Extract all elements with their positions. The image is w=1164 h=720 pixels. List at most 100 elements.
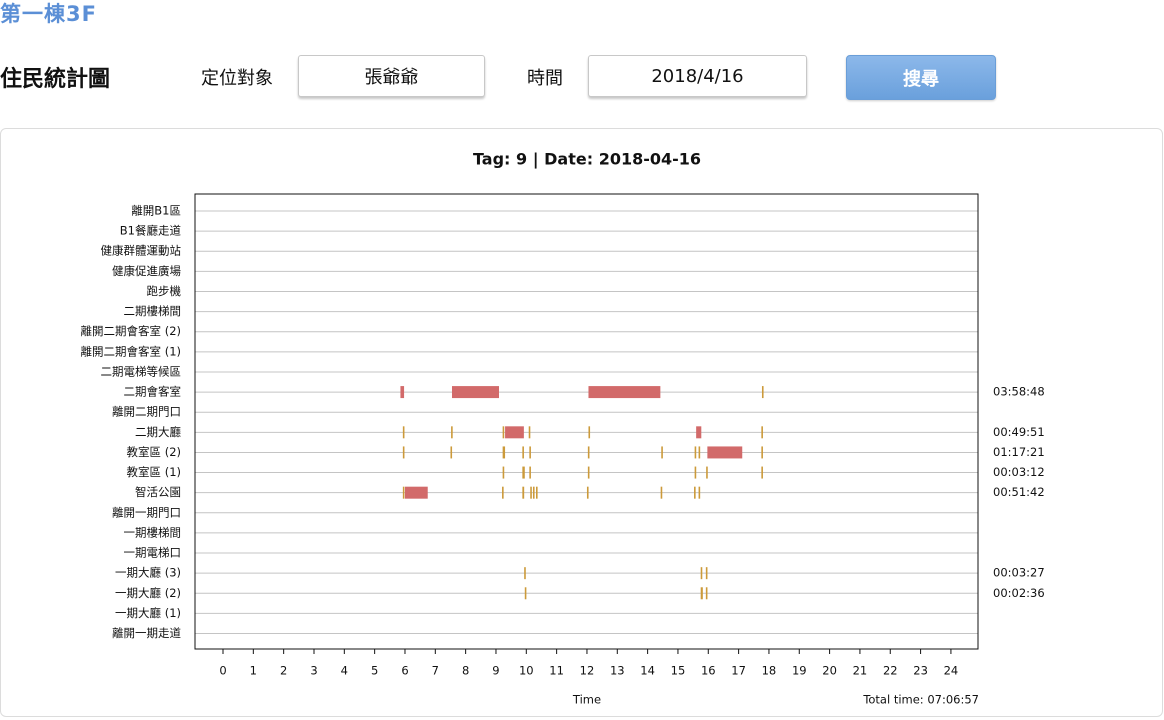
row-label: 跑步機: [147, 284, 182, 298]
presence-bar: [530, 486, 532, 499]
x-tick-label: 18: [762, 664, 777, 678]
row-label: 離開一期門口: [112, 505, 181, 519]
row-label: 健康群體運動站: [101, 244, 182, 258]
presence-bar: [588, 426, 591, 439]
x-tick-label: 8: [462, 664, 469, 678]
row-label: 一期樓梯間: [124, 525, 182, 539]
row-label: 教室區 (1): [127, 465, 181, 479]
x-tick-label: 16: [701, 664, 716, 678]
presence-bar: [761, 386, 764, 399]
x-tick-label: 9: [492, 664, 499, 678]
presence-bar: [707, 446, 743, 459]
time-label: 時間: [527, 68, 563, 89]
row-duration: 00:02:36: [993, 586, 1045, 600]
row-label: 離開二期會客室 (1): [81, 344, 181, 358]
presence-bar: [522, 466, 525, 479]
presence-bar: [451, 426, 453, 439]
x-tick-label: 13: [610, 664, 625, 678]
presence-bar: [761, 426, 763, 439]
presence-bar: [529, 446, 531, 459]
presence-bar: [522, 486, 525, 499]
target-select[interactable]: 張爺爺: [298, 55, 485, 97]
x-tick-label: 5: [371, 664, 378, 678]
presence-bar: [700, 587, 703, 600]
presence-bar: [404, 486, 428, 499]
row-duration: 00:49:51: [993, 425, 1045, 439]
x-axis-label: Time: [572, 693, 601, 707]
x-tick-label: 19: [792, 664, 807, 678]
x-tick-label: 14: [640, 664, 655, 678]
presence-bar: [761, 446, 763, 459]
row-label: 離開一期走道: [112, 626, 181, 640]
presence-bar: [588, 386, 661, 399]
row-label: 離開B1區: [131, 204, 181, 218]
presence-bar: [402, 426, 405, 439]
presence-bar: [402, 446, 405, 459]
x-tick-label: 0: [219, 664, 226, 678]
x-tick-label: 3: [310, 664, 317, 678]
search-button[interactable]: 搜尋: [846, 55, 996, 100]
presence-bar: [698, 486, 701, 499]
x-tick-label: 4: [341, 664, 348, 678]
presence-bar: [661, 446, 663, 459]
x-tick-label: 17: [731, 664, 746, 678]
row-duration: 00:03:27: [993, 566, 1045, 580]
row-label: 一期大廳 (3): [115, 566, 181, 580]
presence-bar: [402, 486, 405, 499]
presence-bar: [700, 567, 703, 580]
total-time: Total time: 07:06:57: [862, 693, 979, 707]
x-tick-label: 12: [580, 664, 595, 678]
plot-frame: [194, 193, 979, 650]
presence-bar: [706, 466, 708, 479]
row-label: 一期電梯口: [124, 546, 182, 560]
presence-bar: [694, 466, 697, 479]
row-label: 一期大廳 (1): [115, 606, 181, 620]
presence-bar: [586, 486, 589, 499]
presence-bar: [524, 567, 526, 580]
row-label: 教室區 (2): [127, 445, 181, 459]
row-label: 二期樓梯間: [124, 304, 182, 318]
presence-bar: [502, 466, 505, 479]
page-title: 住民統計圖: [0, 67, 111, 92]
row-duration: 03:58:48: [993, 385, 1045, 399]
row-duration: 00:51:42: [993, 485, 1045, 499]
row-label: 離開二期會客室 (2): [81, 324, 181, 338]
presence-bar: [532, 486, 535, 499]
presence-bar: [705, 587, 708, 600]
row-label: 二期大廳: [135, 425, 181, 439]
date-input[interactable]: 2018/4/16: [588, 55, 807, 97]
row-label: 離開二期門口: [112, 405, 181, 419]
presence-bar: [660, 486, 663, 499]
presence-bar: [502, 426, 505, 439]
presence-bar: [524, 587, 527, 600]
chart-panel: Tag: 9 | Date: 2018-04-16 離開B1區 B1餐廳走道健康群體…: [0, 128, 1163, 717]
presence-bar: [587, 446, 590, 459]
row-label: 二期會客室: [124, 385, 182, 399]
timeline-chart: Tag: 9 | Date: 2018-04-16 離開B1區 B1餐廳走道健康群體…: [81, 150, 1045, 707]
x-tick-label: 6: [401, 664, 408, 678]
presence-bar: [587, 466, 590, 479]
row-label: 一期大廳 (2): [115, 586, 181, 600]
x-tick-label: 7: [432, 664, 439, 678]
building-title: 第一棟3F: [0, 2, 97, 26]
presence-bar: [529, 466, 531, 479]
presence-bar: [698, 446, 701, 459]
presence-bar: [451, 386, 500, 399]
presence-bar: [528, 426, 531, 439]
chart-title: Tag: 9 | Date: 2018-04-16: [473, 150, 701, 170]
x-tick-label: 21: [853, 664, 868, 678]
presence-bar: [705, 567, 708, 580]
row-label: 智活公園: [135, 485, 181, 499]
row-label: B1餐廳走道: [120, 224, 182, 238]
target-value: 張爺爺: [364, 67, 419, 88]
x-tick-label: 23: [913, 664, 928, 678]
presence-bar: [694, 486, 696, 499]
presence-bar: [450, 446, 453, 459]
x-tick-label: 10: [519, 664, 534, 678]
presence-bar: [502, 486, 504, 499]
row-label: 二期電梯等候區: [101, 364, 182, 378]
row-label: 健康促進廣場: [112, 264, 181, 278]
presence-bar: [694, 446, 697, 459]
x-tick-label: 20: [822, 664, 837, 678]
row-duration: 00:03:12: [993, 465, 1045, 479]
